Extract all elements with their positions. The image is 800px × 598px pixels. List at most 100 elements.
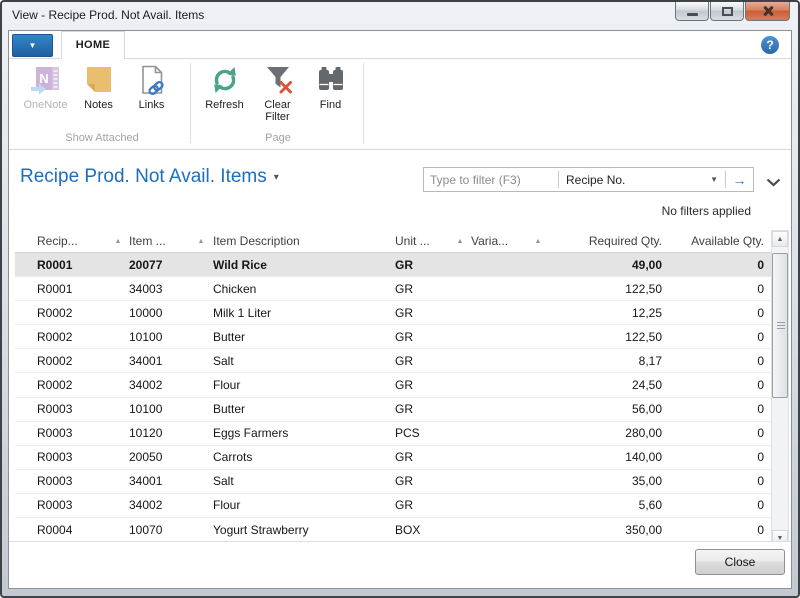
links-button[interactable]: Links [125, 64, 178, 111]
cell-unit[interactable]: GR [395, 498, 449, 512]
column-header-required-qty[interactable]: Required Qty. [547, 234, 662, 248]
close-button[interactable]: Close [695, 549, 785, 575]
cell-recipe-no[interactable]: R0004 [37, 523, 107, 537]
cell-unit[interactable]: GR [395, 450, 449, 464]
cell-recipe-no[interactable]: R0002 [37, 378, 107, 392]
cell-available-qty[interactable]: 0 [662, 330, 764, 344]
cell-available-qty[interactable]: 0 [662, 258, 764, 272]
cell-description[interactable]: Milk 1 Liter [213, 306, 395, 320]
cell-required-qty[interactable]: 8,17 [547, 354, 662, 368]
cell-item-no[interactable]: 10100 [129, 330, 189, 344]
cell-available-qty[interactable]: 0 [662, 450, 764, 464]
cell-unit[interactable]: GR [395, 402, 449, 416]
cell-recipe-no[interactable]: R0002 [37, 330, 107, 344]
cell-required-qty[interactable]: 49,00 [547, 258, 662, 272]
cell-item-no[interactable]: 34001 [129, 474, 189, 488]
cell-recipe-no[interactable]: R0003 [37, 474, 107, 488]
notes-button[interactable]: Notes [72, 64, 125, 111]
cell-recipe-no[interactable]: R0001 [37, 258, 107, 272]
cell-unit[interactable]: PCS [395, 426, 449, 440]
cell-recipe-no[interactable]: R0003 [37, 498, 107, 512]
cell-description[interactable]: Flour [213, 498, 395, 512]
column-header-item-no[interactable]: Item ... [129, 234, 189, 248]
scrollbar-thumb[interactable] [772, 253, 788, 398]
cell-description[interactable]: Salt [213, 354, 395, 368]
cell-item-no[interactable]: 34001 [129, 354, 189, 368]
apply-filter-button[interactable]: → [726, 172, 753, 188]
cell-required-qty[interactable]: 122,50 [547, 330, 662, 344]
cell-item-no[interactable]: 20050 [129, 450, 189, 464]
column-header-item-description[interactable]: Item Description [213, 234, 395, 248]
filter-input[interactable] [424, 169, 558, 190]
table-row[interactable]: R000310120Eggs FarmersPCS280,000 [15, 422, 774, 446]
cell-recipe-no[interactable]: R0002 [37, 354, 107, 368]
table-row[interactable]: R000410070Yogurt StrawberryBOX350,000 [15, 518, 774, 542]
table-row[interactable]: R0002 10100 ButterGR 122,500 [15, 325, 774, 349]
table-row[interactable]: R000320050CarrotsGR140,000 [15, 446, 774, 470]
cell-unit[interactable]: GR [395, 378, 449, 392]
find-button[interactable]: Find [304, 64, 357, 123]
cell-item-no[interactable]: 20077 [129, 258, 189, 272]
refresh-button[interactable]: Refresh [198, 64, 251, 123]
cell-required-qty[interactable]: 122,50 [547, 282, 662, 296]
cell-item-no[interactable]: 10100 [129, 402, 189, 416]
cell-item-no[interactable]: 10000 [129, 306, 189, 320]
cell-unit[interactable]: GR [395, 258, 449, 272]
cell-description[interactable]: Carrots [213, 450, 395, 464]
cell-required-qty[interactable]: 280,00 [547, 426, 662, 440]
table-row[interactable]: R0003 34002 FlourGR 5,600 [15, 494, 774, 518]
collapse-header-button[interactable] [766, 174, 781, 192]
cell-available-qty[interactable]: 0 [662, 402, 764, 416]
cell-description[interactable]: Butter [213, 330, 395, 344]
scrollbar-up-button[interactable]: ▲ [772, 231, 788, 247]
cell-unit[interactable]: GR [395, 330, 449, 344]
cell-unit[interactable]: GR [395, 354, 449, 368]
maximize-button[interactable] [710, 2, 744, 21]
cell-description[interactable]: Wild Rice [213, 258, 395, 272]
cell-unit[interactable]: GR [395, 306, 449, 320]
cell-recipe-no[interactable]: R0002 [37, 306, 107, 320]
column-header-recipe-no[interactable]: Recip... [37, 234, 107, 248]
cell-item-no[interactable]: 34002 [129, 498, 189, 512]
cell-available-qty[interactable]: 0 [662, 474, 764, 488]
table-row[interactable]: R0002 34002 FlourGR 24,500 [15, 373, 774, 397]
cell-available-qty[interactable]: 0 [662, 498, 764, 512]
cell-recipe-no[interactable]: R0001 [37, 282, 107, 296]
cell-required-qty[interactable]: 5,60 [547, 498, 662, 512]
cell-unit[interactable]: GR [395, 474, 449, 488]
vertical-scrollbar[interactable]: ▲ ▼ [771, 230, 789, 547]
cell-description[interactable]: Eggs Farmers [213, 426, 395, 440]
cell-description[interactable]: Flour [213, 378, 395, 392]
cell-item-no[interactable]: 34002 [129, 378, 189, 392]
tab-home[interactable]: HOME [61, 31, 125, 59]
filter-column-dropdown[interactable]: Recipe No. ▼ [559, 173, 725, 187]
help-button[interactable]: ? [761, 36, 779, 54]
column-header-available-qty[interactable]: Available Qty. [662, 234, 764, 248]
table-row[interactable]: R000134003ChickenGR122,500 [15, 277, 774, 301]
cell-required-qty[interactable]: 350,00 [547, 523, 662, 537]
minimize-button[interactable] [675, 2, 709, 21]
cell-available-qty[interactable]: 0 [662, 523, 764, 537]
page-title-menu[interactable]: Recipe Prod. Not Avail. Items▾ [20, 166, 279, 188]
cell-description[interactable]: Salt [213, 474, 395, 488]
cell-unit[interactable]: GR [395, 282, 449, 296]
cell-unit[interactable]: BOX [395, 523, 449, 537]
cell-required-qty[interactable]: 12,25 [547, 306, 662, 320]
table-row[interactable]: R0001 20077 Wild RiceGR 49,000 [15, 253, 774, 277]
cell-required-qty[interactable]: 24,50 [547, 378, 662, 392]
table-row[interactable]: R0002 34001 SaltGR 8,170 [15, 349, 774, 373]
cell-description[interactable]: Chicken [213, 282, 395, 296]
cell-available-qty[interactable]: 0 [662, 306, 764, 320]
application-menu-button[interactable]: ▼ [12, 34, 53, 57]
cell-required-qty[interactable]: 35,00 [547, 474, 662, 488]
close-window-button[interactable] [745, 2, 790, 21]
cell-available-qty[interactable]: 0 [662, 354, 764, 368]
cell-available-qty[interactable]: 0 [662, 378, 764, 392]
cell-item-no[interactable]: 10070 [129, 523, 189, 537]
cell-required-qty[interactable]: 56,00 [547, 402, 662, 416]
cell-available-qty[interactable]: 0 [662, 426, 764, 440]
cell-item-no[interactable]: 34003 [129, 282, 189, 296]
clear-filter-button[interactable]: Clear Filter [251, 64, 304, 123]
cell-recipe-no[interactable]: R0003 [37, 450, 107, 464]
table-row[interactable]: R000310100ButterGR56,000 [15, 398, 774, 422]
